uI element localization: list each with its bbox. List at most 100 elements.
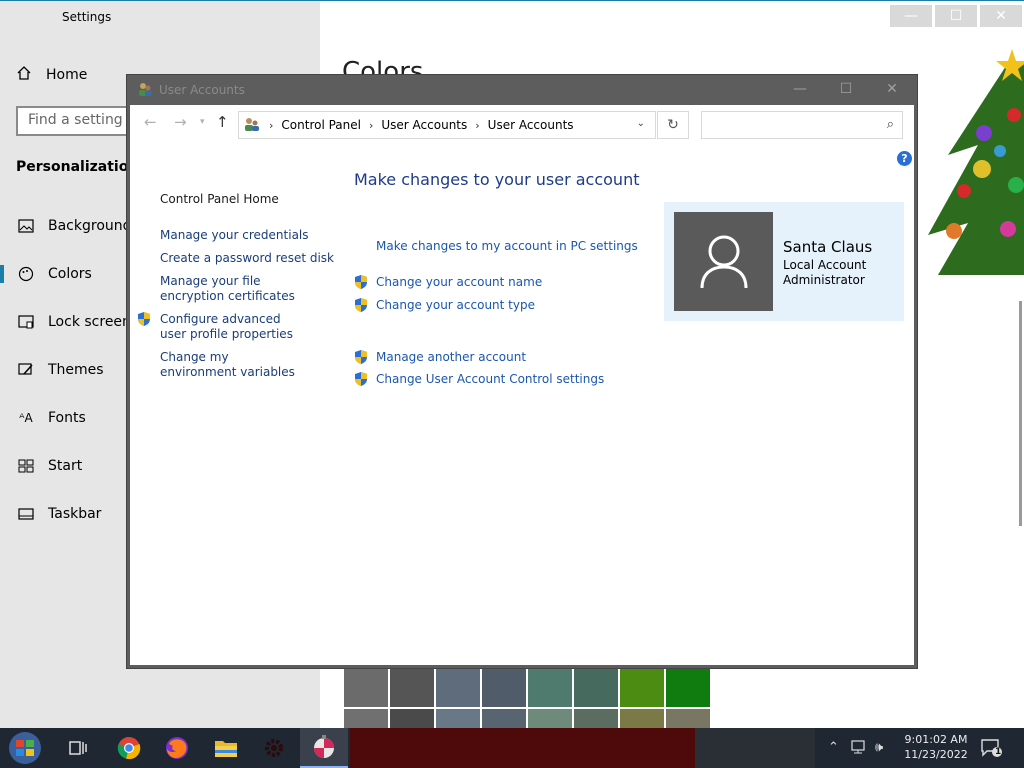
taskbar-clock[interactable]: 9:01:02 AM 11/23/2022 [896,732,976,762]
taskbar-empty-area [695,728,815,768]
up-arrow-icon[interactable]: ↑ [216,113,229,131]
account-type: Local Account [783,258,867,272]
back-arrow-icon[interactable]: ← [144,113,157,131]
task-view-icon [69,741,87,755]
breadcrumb-control-panel[interactable]: Control Panel [281,118,361,132]
settings-nav-label: Colors [48,266,92,282]
firefox-taskbar-button[interactable] [153,728,201,768]
account-role: Administrator [783,273,865,287]
manage-another-account-link[interactable]: Manage another account [376,350,526,364]
breadcrumb-separator-icon: › [475,118,480,132]
color-swatch[interactable] [666,669,710,707]
uac-shield-icon [355,372,367,386]
show-hidden-icons-chevron-icon[interactable]: ⌃ [828,740,839,755]
pc-settings-link[interactable]: Make changes to my account in PC setting… [376,239,638,253]
address-bar[interactable]: › Control Panel › User Accounts › User A… [238,111,656,139]
settings-home-label: Home [46,67,88,83]
volume-icon[interactable]: 🕪 [875,740,883,755]
ua-maximize-button[interactable]: ☐ [823,75,869,103]
brush-icon [16,362,36,378]
user-accounts-taskbar-button[interactable] [300,728,348,768]
taskbar-empty-area [350,728,695,768]
color-swatch[interactable] [344,669,388,707]
color-swatch[interactable] [390,669,434,707]
network-icon[interactable] [851,740,867,758]
gear-icon [265,739,283,757]
settings-scrollbar[interactable] [1019,301,1022,526]
change-account-type-link[interactable]: Change your account type [376,298,535,312]
refresh-icon: ↻ [667,117,679,133]
start-icon [16,459,36,473]
settings-taskbar-button[interactable] [250,728,298,768]
palette-icon [16,266,36,282]
settings-nav-label: Taskbar [48,506,102,522]
user-accounts-icon [137,81,153,97]
uac-settings-link[interactable]: Change User Account Control settings [376,372,604,386]
uac-shield-icon [355,275,367,289]
user-accounts-title: User Accounts [159,83,245,97]
change-account-name-link[interactable]: Change your account name [376,275,542,289]
settings-home-link[interactable]: Home [16,65,87,85]
color-swatch[interactable] [620,669,664,707]
action-center-button[interactable]: 1 [972,728,1012,768]
refresh-button[interactable]: ↻ [657,111,689,139]
address-dropdown-chevron-icon[interactable]: ⌄ [637,118,645,129]
recent-locations-chevron-icon[interactable]: ▾ [200,117,205,127]
windows-start-icon [9,732,41,764]
breadcrumb-user-accounts-current[interactable]: User Accounts [488,118,574,132]
file-encryption-link[interactable]: Manage your file encryption certificates [160,274,320,304]
settings-search-input[interactable]: Find a setting [16,106,136,136]
control-panel-icon [243,116,261,135]
chrome-icon [117,737,141,760]
settings-nav-label: Fonts [48,410,86,426]
color-swatch[interactable] [436,669,480,707]
breadcrumb-separator-icon: › [368,118,374,132]
start-button[interactable] [2,728,48,768]
color-swatch[interactable] [574,669,618,707]
control-panel-home-link[interactable]: Control Panel Home [160,192,279,207]
forward-arrow-icon[interactable]: → [174,113,187,131]
settings-close-button[interactable]: ✕ [980,5,1022,27]
home-icon [16,65,32,85]
search-icon: ⌕ [886,117,894,132]
user-accounts-window: User Accounts — ☐ ✕ ← → ▾ ↑ › Control Pa… [126,74,918,669]
color-swatch[interactable] [482,669,526,707]
taskbar: ⌃ 🕪 9:01:02 AM 11/23/2022 1 [0,728,1024,768]
manage-credentials-link[interactable]: Manage your credentials [160,228,309,243]
settings-nav-label: Lock screen [48,314,131,330]
settings-maximize-button[interactable]: ☐ [935,5,977,27]
password-reset-disk-link[interactable]: Create a password reset disk [160,251,334,266]
uac-shield-icon [138,312,150,326]
ua-close-button[interactable]: ✕ [869,75,915,103]
environment-variables-link[interactable]: Change my environment variables [160,350,305,380]
ua-minimize-button[interactable]: — [777,75,823,103]
uac-shield-icon [355,350,367,364]
breadcrumb-user-accounts[interactable]: User Accounts [381,118,467,132]
chrome-taskbar-button[interactable] [105,728,153,768]
firefox-icon [166,737,188,759]
control-panel-search-input[interactable]: ⌕ [701,111,903,139]
help-icon[interactable]: ? [897,151,912,166]
fonts-icon: ᴬA [19,411,33,425]
clock-time: 9:01:02 AM [904,733,968,746]
settings-nav-label: Start [48,458,83,474]
file-explorer-taskbar-button[interactable] [202,728,250,768]
settings-nav-label: Background [48,218,132,234]
color-swatch-grid [344,669,710,747]
ornament-icon [314,735,334,758]
christmas-tree-decoration [928,45,1024,285]
avatar [674,212,773,311]
settings-nav-label: Themes [48,362,104,378]
lock-screen-icon [16,315,36,329]
account-name: Santa Claus [783,238,873,256]
taskbar-icon [16,508,36,520]
folder-icon [215,741,237,757]
task-view-button[interactable] [54,728,102,768]
notification-count: 1 [995,747,1002,757]
user-avatar-icon [700,235,747,288]
color-swatch[interactable] [528,669,572,707]
uac-shield-icon [355,298,367,312]
advanced-profile-properties-link[interactable]: Configure advanced user profile properti… [160,312,305,342]
settings-minimize-button[interactable]: — [890,5,932,27]
image-icon [16,219,36,233]
